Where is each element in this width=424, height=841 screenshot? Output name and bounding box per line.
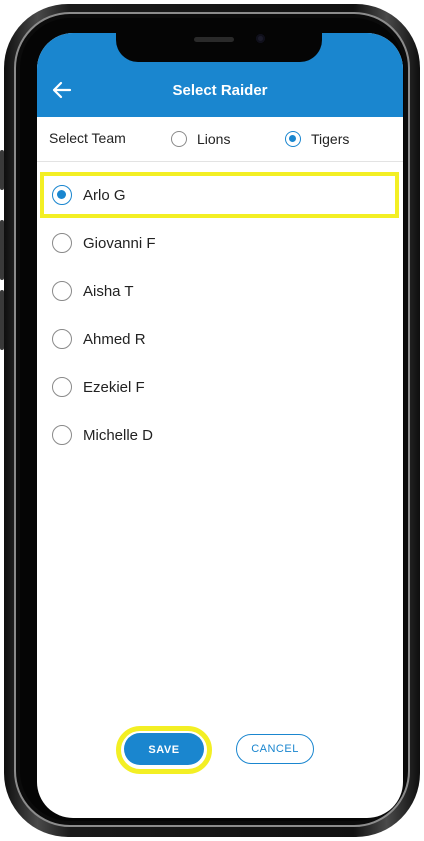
- raider-name: Michelle D: [83, 426, 154, 444]
- phone-volume-down-button: [0, 290, 4, 350]
- raider-name: Giovanni F: [83, 234, 156, 252]
- raider-item-aisha[interactable]: Aisha T: [37, 268, 403, 314]
- team-option-tigers[interactable]: Tigers: [285, 128, 349, 150]
- phone-volume-up-button: [0, 220, 4, 280]
- radio-unchecked-icon[interactable]: [52, 329, 72, 349]
- phone-screen: Select Raider Select Team Lions Tigers A…: [37, 33, 403, 818]
- team-option-lions[interactable]: Lions: [171, 128, 230, 150]
- page-title: Select Raider: [172, 82, 268, 99]
- front-camera-icon: [256, 34, 265, 43]
- radio-unchecked-icon[interactable]: [52, 425, 72, 445]
- raider-name: Ahmed R: [83, 330, 146, 348]
- team-selector: Select Team Lions Tigers: [37, 117, 403, 162]
- radio-unchecked-icon[interactable]: [171, 131, 187, 147]
- radio-unchecked-icon[interactable]: [52, 233, 72, 253]
- selected-raider-highlight: [40, 172, 399, 218]
- raider-item-michelle[interactable]: Michelle D: [37, 412, 403, 458]
- team-option-label: Tigers: [311, 131, 350, 147]
- raider-item-ezekiel[interactable]: Ezekiel F: [37, 364, 403, 410]
- radio-checked-icon[interactable]: [285, 131, 301, 147]
- cancel-button[interactable]: CANCEL: [236, 734, 314, 764]
- raider-name: Ezekiel F: [83, 378, 145, 396]
- raider-item-giovanni[interactable]: Giovanni F: [37, 220, 403, 266]
- team-option-label: Lions: [197, 131, 231, 147]
- phone-side-button: [0, 150, 4, 190]
- save-button[interactable]: SAVE: [124, 733, 204, 765]
- radio-unchecked-icon[interactable]: [52, 377, 72, 397]
- radio-unchecked-icon[interactable]: [52, 281, 72, 301]
- phone-notch: [116, 28, 322, 62]
- raider-item-ahmed[interactable]: Ahmed R: [37, 316, 403, 362]
- raider-name: Aisha T: [83, 282, 134, 300]
- speaker-grille: [194, 37, 234, 42]
- team-select-label: Select Team: [49, 130, 126, 146]
